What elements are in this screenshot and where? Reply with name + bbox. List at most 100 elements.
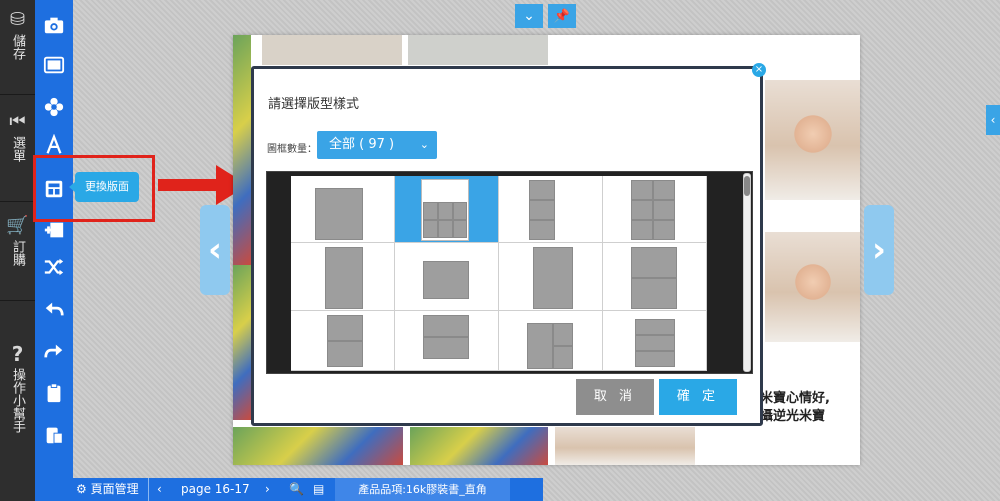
help-button[interactable]: ? 操作小幫手 xyxy=(0,344,35,464)
layout-frame xyxy=(438,220,453,238)
layout-option[interactable] xyxy=(603,311,707,371)
frame-count-value: 全部 ( 97 ) xyxy=(329,137,395,152)
zoom-button[interactable]: 🔍 xyxy=(289,478,304,501)
menu-button[interactable]: ⏮ 選單 xyxy=(0,112,35,202)
layout-option[interactable] xyxy=(603,176,707,243)
layout-frame xyxy=(423,337,469,359)
layout-frame xyxy=(631,247,677,278)
layout-option[interactable] xyxy=(395,243,499,311)
zoom-icon: 🔍 xyxy=(289,482,304,496)
page-indicator: page 16-17 xyxy=(181,482,250,496)
layout-option[interactable] xyxy=(291,243,395,311)
question-icon: ? xyxy=(11,342,24,366)
chevron-left-icon: ‹ xyxy=(990,113,996,127)
layout-option[interactable] xyxy=(499,311,603,371)
layout-frame xyxy=(423,220,438,238)
save-icon: ⛁ xyxy=(9,9,26,30)
chevron-left-icon: ‹ xyxy=(207,230,222,270)
photo-right-1[interactable] xyxy=(765,80,860,200)
photo-top-1[interactable] xyxy=(262,35,402,65)
save-label: 儲存 xyxy=(10,34,25,60)
redo-icon xyxy=(44,344,63,358)
layout-frame xyxy=(423,315,469,337)
layout-dialog: 請選擇版型樣式 圖框數量： 全部 ( 97 ) ⌄ 取 消 確 定 xyxy=(251,66,763,426)
layout-option[interactable] xyxy=(291,311,395,371)
pin-toolbar-button[interactable]: 📌 xyxy=(548,4,576,28)
shuffle-tool[interactable] xyxy=(35,252,73,282)
layout-frame xyxy=(553,346,573,369)
page-manage-button[interactable]: ⚙ 頁面管理 xyxy=(76,478,139,501)
scrollbar-thumb[interactable] xyxy=(744,176,750,196)
layout-frame xyxy=(423,261,469,299)
layout-frame xyxy=(438,202,453,220)
pin-icon: 📌 xyxy=(553,8,571,24)
frame-icon xyxy=(43,56,65,74)
chevron-right-icon: › xyxy=(265,482,270,496)
bottom-bar: ⚙ 頁面管理 ‹ page 16-17 › 🔍 ▤ 產品品項:16k膠裝書_直角 xyxy=(73,478,543,501)
layout-frame xyxy=(631,180,653,200)
layout-frame xyxy=(325,247,363,309)
redo-tool[interactable] xyxy=(35,336,73,366)
collapse-toolbar-button[interactable]: ⌄ xyxy=(515,4,543,28)
background-tool[interactable] xyxy=(35,50,73,80)
order-button[interactable]: 🛒 訂購 xyxy=(0,216,35,301)
layout-option[interactable] xyxy=(499,243,603,311)
confirm-button[interactable]: 確 定 xyxy=(659,379,737,415)
layout-frame xyxy=(553,323,573,346)
dialog-title: 請選擇版型樣式 xyxy=(268,97,360,112)
layout-frame xyxy=(635,351,675,367)
paste-tool[interactable] xyxy=(35,420,73,450)
help-label: 操作小幫手 xyxy=(10,368,25,433)
camera-icon xyxy=(44,17,64,34)
frame-count-label: 圖框數量： xyxy=(267,144,317,155)
layout-frame xyxy=(631,220,653,240)
layout-option[interactable] xyxy=(395,311,499,371)
layout-frame xyxy=(529,180,555,200)
file-button[interactable]: ▤ xyxy=(313,478,324,501)
undo-tool[interactable] xyxy=(35,294,73,324)
layout-option-selected[interactable] xyxy=(395,176,499,243)
gear-icon: ⚙ xyxy=(76,482,87,496)
layout-frame xyxy=(527,323,553,369)
prev-page-button[interactable]: ‹ xyxy=(200,205,230,295)
layout-option[interactable] xyxy=(499,176,603,243)
prev-page-small-button[interactable]: ‹ xyxy=(157,478,162,501)
photo-left-edge-2[interactable] xyxy=(233,265,251,420)
photo-bottom-2[interactable] xyxy=(410,427,548,465)
save-button[interactable]: ⛁ 儲存 xyxy=(0,10,35,95)
layout-frame xyxy=(631,278,677,309)
save-label-text: 儲存 xyxy=(10,34,25,60)
decoration-tool[interactable] xyxy=(35,92,73,122)
next-page-small-button[interactable]: › xyxy=(265,478,270,501)
layout-frame xyxy=(533,247,573,309)
photo-right-2[interactable] xyxy=(765,232,860,342)
layout-option[interactable] xyxy=(291,176,395,243)
divider xyxy=(148,478,149,501)
file-icon: ▤ xyxy=(313,482,325,496)
photo-left-edge[interactable] xyxy=(233,35,251,265)
layout-grid-panel xyxy=(266,171,753,374)
photo-bottom-3[interactable] xyxy=(555,427,695,465)
layout-option[interactable] xyxy=(603,243,707,311)
cancel-button[interactable]: 取 消 xyxy=(576,379,654,415)
frame-count-select[interactable]: 全部 ( 97 ) ⌄ xyxy=(317,131,437,159)
rewind-icon: ⏮ xyxy=(9,111,26,132)
layout-frame xyxy=(653,200,675,220)
layout-frame xyxy=(529,220,555,240)
layout-scrollbar[interactable] xyxy=(743,173,751,372)
book-caption: 米寶心情好, 攝逆光米寶 xyxy=(760,390,860,426)
right-panel-toggle[interactable]: ‹ xyxy=(986,105,1000,135)
photo-top-2[interactable] xyxy=(408,35,548,65)
layout-grid[interactable] xyxy=(291,176,707,371)
menu-label: 選單 xyxy=(10,136,25,162)
caption-line-1: 米寶心情好, xyxy=(760,391,830,406)
photo-bottom-1[interactable] xyxy=(233,427,403,465)
chevron-down-icon: ⌄ xyxy=(419,138,429,151)
next-page-button[interactable]: › xyxy=(864,205,894,295)
paste-icon xyxy=(46,427,63,444)
layout-frame xyxy=(453,202,467,220)
add-page-icon xyxy=(44,222,64,238)
camera-tool[interactable] xyxy=(35,10,73,40)
copy-tool[interactable] xyxy=(35,378,73,408)
close-icon[interactable]: × xyxy=(752,63,766,77)
